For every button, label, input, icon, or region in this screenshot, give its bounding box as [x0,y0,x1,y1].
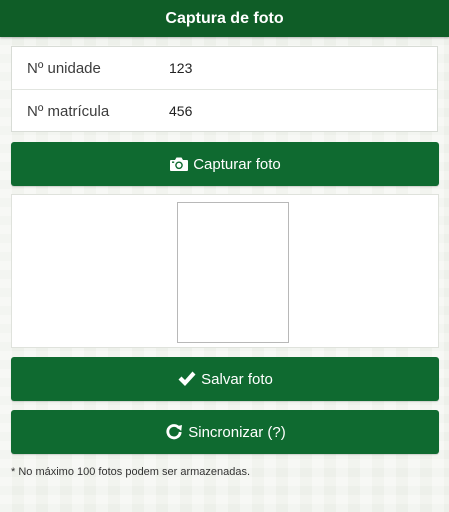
page-header: Captura de foto [0,0,449,37]
checkmark-icon [177,370,197,388]
unit-row: Nº unidade [12,47,437,90]
photo-preview-frame [177,202,289,343]
save-photo-button[interactable]: Salvar foto [11,357,439,401]
capture-photo-label: Capturar foto [193,155,281,173]
save-photo-label: Salvar foto [201,370,273,388]
registration-input[interactable] [169,98,424,124]
registration-row: Nº matrícula [12,90,437,132]
photo-preview-area [11,194,439,348]
unit-input[interactable] [169,55,424,81]
unit-label: Nº unidade [27,60,101,77]
refresh-icon [164,423,184,441]
sync-button[interactable]: Sincronizar (?) [11,410,439,454]
form-card: Nº unidade Nº matrícula [11,46,438,132]
page-title: Captura de foto [165,10,284,27]
storage-limit-note: * No máximo 100 fotos podem ser armazena… [11,466,251,478]
registration-label: Nº matrícula [27,103,110,120]
capture-photo-button[interactable]: Capturar foto [11,142,439,186]
sync-label: Sincronizar (?) [188,423,286,441]
camera-icon [169,156,189,172]
